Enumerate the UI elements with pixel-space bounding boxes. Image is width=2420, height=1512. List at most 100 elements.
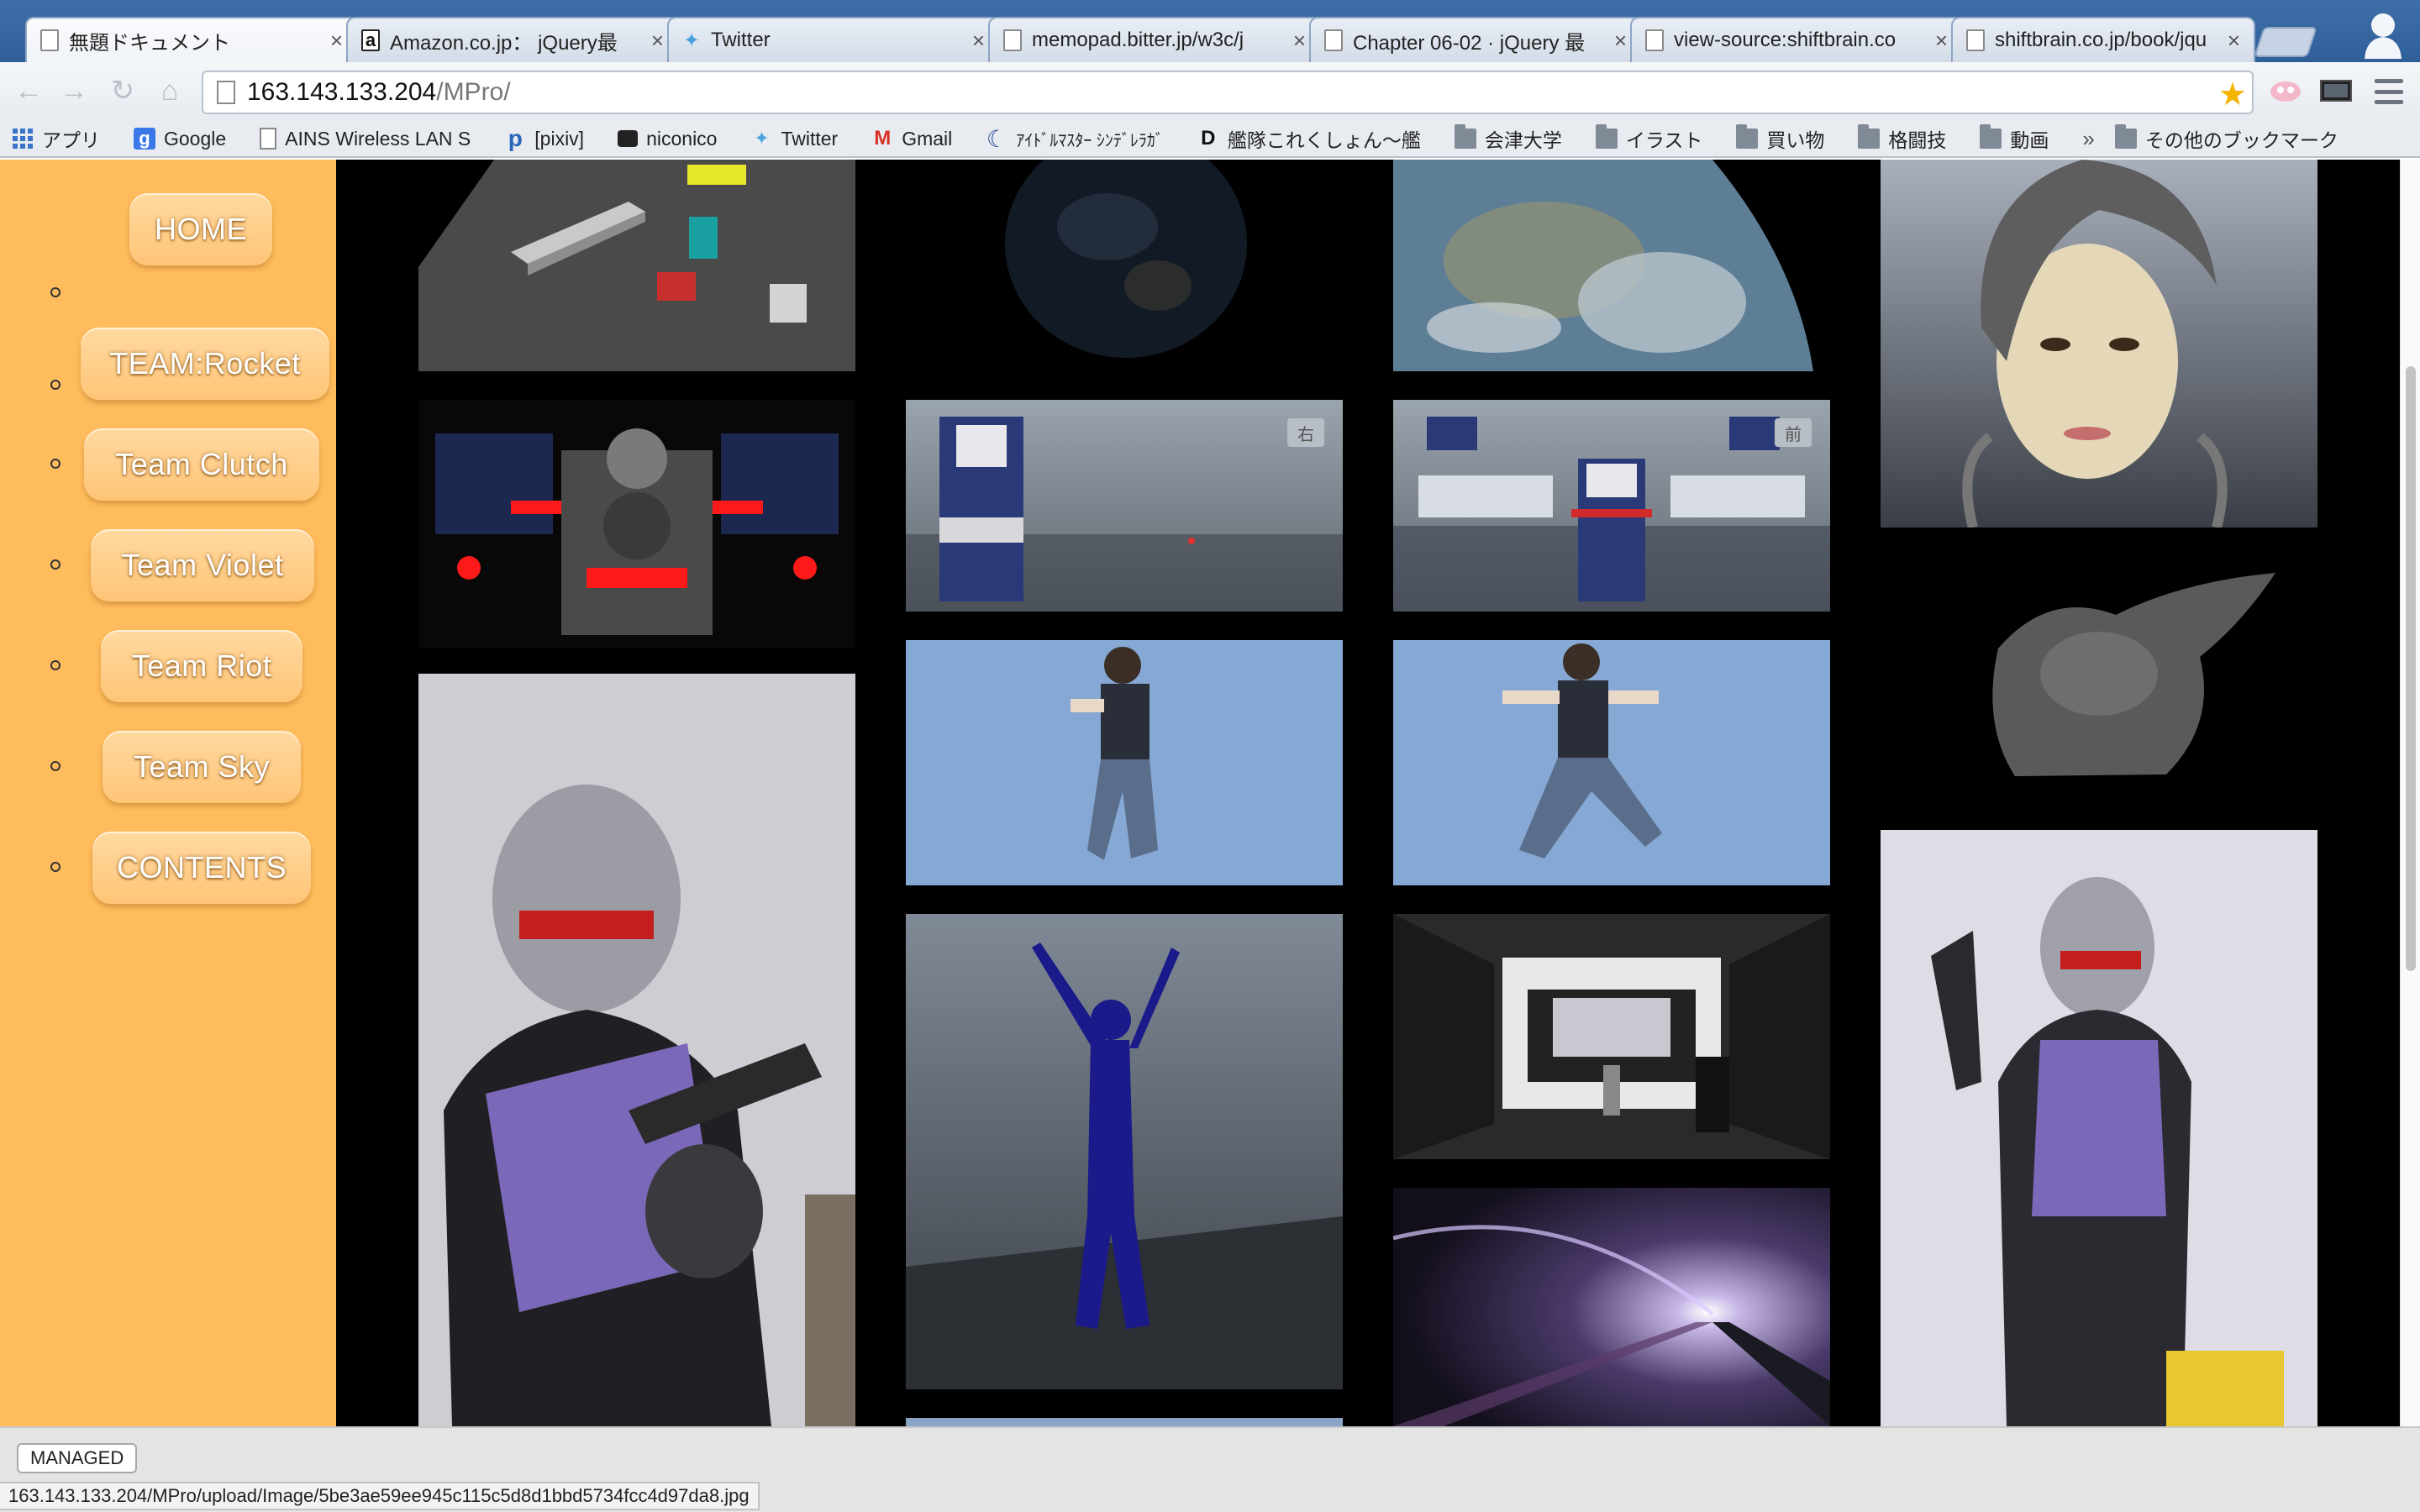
gallery-image-city-model[interactable]	[418, 160, 855, 371]
page-icon	[1966, 29, 1985, 51]
bullet-icon	[50, 559, 60, 570]
bookmark-apps[interactable]: アプリ	[12, 124, 100, 153]
browser-toolbar: ← → ↻ ⌂ 163.143.133.204/MPro/ ★	[0, 62, 2420, 121]
bookmarks-bar: アプリ g Google AINS Wireless LAN S p [pixi…	[0, 121, 2420, 158]
browser-tab[interactable]: 無題ドキュメント ×	[25, 17, 358, 62]
bookmark-folder-illust[interactable]: イラスト	[1595, 124, 1703, 153]
tab-strip: 無題ドキュメント × a Amazon.co.jp： jQuery最 × ✦ T…	[0, 0, 2420, 62]
reload-icon[interactable]: ↻	[104, 72, 141, 109]
browser-tab[interactable]: memopad.bitter.jp/w3c/j ×	[988, 17, 1321, 62]
close-icon[interactable]: ×	[972, 28, 985, 54]
gallery-image-partial[interactable]	[906, 1418, 1343, 1426]
tab-title: Chapter 06-02 · jQuery 最	[1353, 31, 1586, 55]
nav-button-contents[interactable]: CONTENTS	[92, 832, 311, 904]
gallery-image-boy-character-punch[interactable]	[906, 640, 1343, 885]
tab-title: memopad.bitter.jp/w3c/j	[1032, 29, 1244, 51]
screen-extension-icon[interactable]	[2319, 77, 2353, 106]
bookmark-label: イラスト	[1625, 129, 1703, 151]
twitter-bird-icon: ✦	[754, 128, 770, 149]
bookmark-pixiv[interactable]: p [pixiv]	[504, 125, 584, 151]
bullet-icon	[50, 862, 60, 872]
close-icon[interactable]: ×	[1935, 28, 1948, 54]
gallery-image-tunnel-light[interactable]	[1393, 1188, 1830, 1426]
viewport-label: 右	[1297, 424, 1314, 444]
extension-icon[interactable]	[2269, 77, 2302, 106]
bookmark-label: 会津大学	[1484, 129, 1562, 151]
nav-button-team-sky[interactable]: Team Sky	[103, 731, 301, 803]
gallery-image-wireframe-figure[interactable]	[906, 914, 1343, 1389]
managed-badge[interactable]: MANAGED	[17, 1443, 138, 1473]
profile-icon[interactable]	[2361, 8, 2405, 59]
bookmark-ains[interactable]: AINS Wireless LAN S	[260, 128, 471, 150]
status-bar: 163.143.133.204/MPro/upload/Image/5be3ae…	[0, 1480, 2420, 1512]
address-bar[interactable]: 163.143.133.204/MPro/ ★	[202, 71, 2254, 114]
bookmark-star-icon[interactable]: ★	[2218, 76, 2247, 113]
page-icon	[1003, 29, 1022, 51]
close-icon[interactable]: ×	[2228, 28, 2240, 54]
gallery-image-cosplay-helmet-pistol[interactable]	[418, 674, 855, 1426]
gallery-image-hangar-room[interactable]	[1393, 914, 1830, 1159]
home-icon[interactable]: ⌂	[151, 72, 188, 109]
nav-button-team-clutch[interactable]: Team Clutch	[84, 428, 319, 501]
nav-button-team-violet[interactable]: Team Violet	[91, 529, 314, 601]
bookmark-label: Gmail	[902, 127, 953, 150]
url-path: /MPro/	[436, 78, 511, 106]
nav-button-team-riot[interactable]: Team Riot	[101, 630, 302, 702]
gallery-image-robot-rig-viewport-front[interactable]: 前	[1393, 400, 1830, 612]
gmail-icon: M	[874, 127, 892, 150]
close-icon[interactable]: ×	[1614, 28, 1627, 54]
viewport-label: 前	[1785, 424, 1802, 444]
new-tab-button[interactable]	[2254, 27, 2317, 57]
browser-tab[interactable]: view-source:shiftbrain.co ×	[1630, 17, 1963, 62]
bookmark-label: Google	[164, 127, 227, 150]
browser-tab[interactable]: Chapter 06-02 · jQuery 最 ×	[1309, 17, 1642, 62]
back-arrow-icon[interactable]: ←	[10, 72, 47, 109]
sidebar-nav: HOME TEAM:Rocket Team Clutch Team Violet…	[0, 160, 336, 1426]
bookmarks-overflow-chevron-icon[interactable]: »	[2082, 126, 2094, 152]
bookmark-kancolle[interactable]: D 艦隊これくしょん〜艦	[1197, 124, 1421, 153]
bookmark-label: 艦隊これくしょん〜艦	[1227, 129, 1421, 151]
browser-tab[interactable]: shiftbrain.co.jp/book/jqu ×	[1951, 17, 2255, 62]
gallery-image-cosplay-standing-pistol[interactable]	[1881, 830, 2317, 1426]
bookmark-folder-shopping[interactable]: 買い物	[1736, 124, 1824, 153]
bookmark-folder-martial-arts[interactable]: 格闘技	[1858, 124, 1946, 153]
bookmark-other[interactable]: その他のブックマーク	[2114, 124, 2338, 153]
gallery-image-robot-rig-viewport-side[interactable]: 右	[906, 400, 1343, 612]
browser-tab[interactable]: ✦ Twitter ×	[667, 17, 1000, 62]
bookmark-label: niconico	[646, 127, 718, 150]
forward-arrow-icon[interactable]: →	[55, 72, 92, 109]
close-icon[interactable]: ×	[651, 28, 664, 54]
folder-icon	[1858, 124, 1881, 150]
bookmark-google[interactable]: g Google	[134, 128, 226, 150]
bookmark-idolmaster[interactable]: ☾ ｱｲﾄﾞﾙﾏｽﾀｰ ｼﾝﾃﾞﾚﾗｶﾞ	[986, 126, 1164, 152]
bookmark-twitter[interactable]: ✦ Twitter	[750, 128, 838, 150]
niconico-icon	[618, 130, 639, 147]
menu-icon[interactable]	[2375, 79, 2403, 104]
gallery-image-earth-night[interactable]	[906, 160, 1343, 371]
nav-button-home[interactable]: HOME	[129, 193, 272, 265]
bookmark-gmail[interactable]: M Gmail	[871, 127, 953, 150]
download-shelf: MANAGED	[0, 1426, 2420, 1480]
gallery-image-dragon-sculpt[interactable]	[1881, 556, 2317, 801]
scrollbar-thumb[interactable]	[2406, 366, 2416, 971]
tab-title: view-source:shiftbrain.co	[1674, 29, 1897, 51]
page-scrollbar[interactable]	[2400, 160, 2420, 1426]
page-content: HOME TEAM:Rocket Team Clutch Team Violet…	[0, 160, 2420, 1426]
tab-title: Twitter	[711, 29, 771, 51]
close-icon[interactable]: ×	[330, 28, 343, 54]
page-icon	[217, 81, 235, 104]
gallery-image-earth-day[interactable]	[1393, 160, 1830, 371]
close-icon[interactable]: ×	[1293, 28, 1306, 54]
gallery-image-robot-mech[interactable]	[418, 400, 855, 648]
nav-button-team-rocket[interactable]: TEAM:Rocket	[81, 328, 329, 400]
folder-icon	[1595, 124, 1618, 150]
bullet-icon	[50, 660, 60, 670]
gallery-image-female-face[interactable]	[1881, 160, 2317, 528]
bookmark-label: 格闘技	[1888, 129, 1947, 151]
gallery-image-boy-character-jump[interactable]	[1393, 640, 1830, 885]
bookmark-niconico[interactable]: niconico	[618, 128, 717, 150]
bookmark-folder-aizu[interactable]: 会津大学	[1454, 124, 1562, 153]
bookmark-folder-video[interactable]: 動画	[1980, 124, 2049, 153]
url-host: 163.143.133.204	[247, 78, 437, 106]
browser-tab[interactable]: a Amazon.co.jp： jQuery最 ×	[346, 17, 679, 62]
